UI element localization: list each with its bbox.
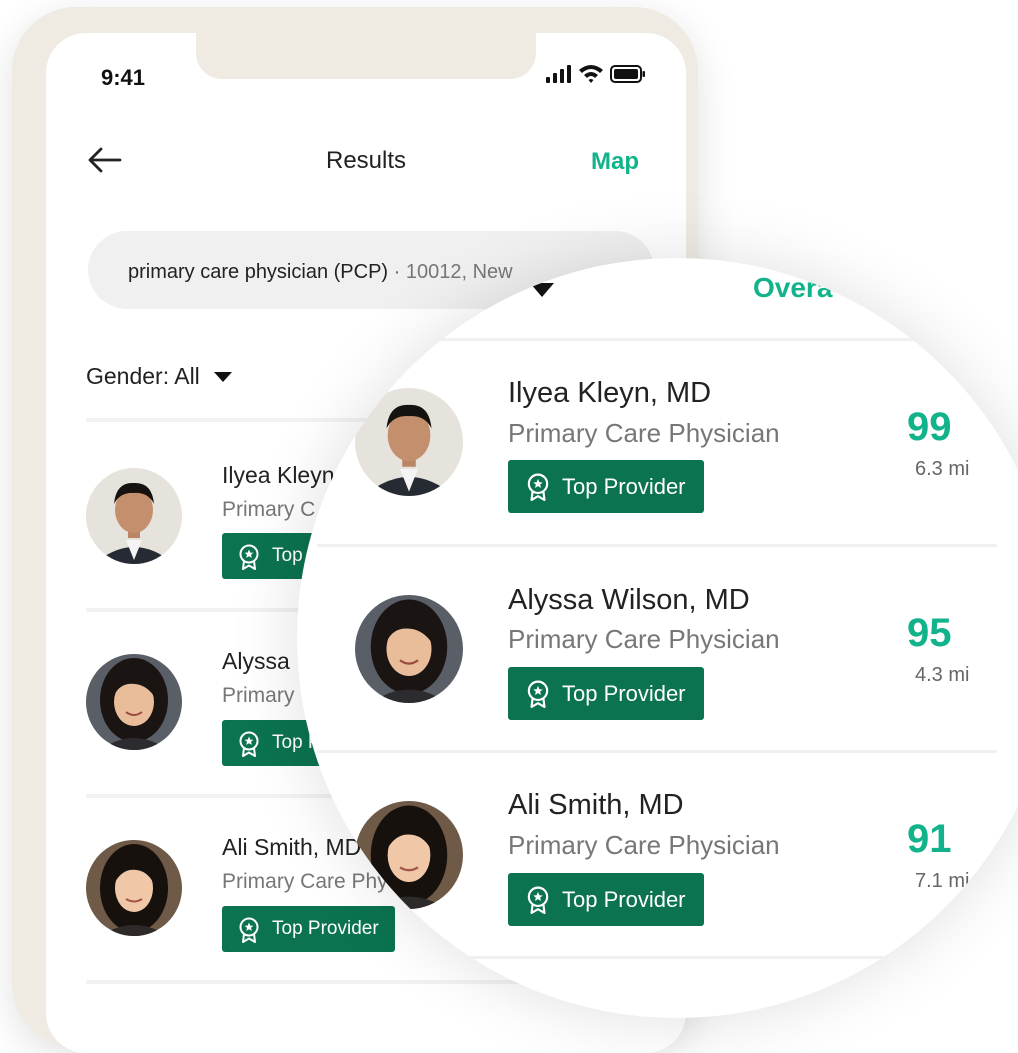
provider-name: Alyssa [222,648,290,674]
divider [317,956,997,959]
avatar [355,595,463,703]
provider-row[interactable]: Ilyea Kleyn, MD Primary Care Physician T… [297,341,1018,547]
battery-icon [610,65,645,83]
provider-specialty: Primary Care Physician [508,418,780,448]
page-title: Results [325,147,407,174]
provider-name: Alyssa Wilson, MD [508,584,750,616]
avatar [355,801,463,909]
search-query: primary care physician (PCP) [128,261,389,283]
top-provider-badge: Top Provider [508,873,704,926]
gender-filter-label: Gender: All [86,363,200,389]
award-icon [527,886,549,914]
provider-name: Ali Smith, MD [508,789,684,821]
award-icon [527,473,549,501]
provider-score: 95 [907,611,952,655]
sort-dropdown[interactable]: Overa [753,272,832,304]
provider-row[interactable]: Alyssa Wilson, MD Primary Care Physician… [297,547,1018,753]
avatar [86,654,182,750]
avatar [355,388,463,496]
provider-score: 91 [907,817,952,861]
avatar [86,468,182,564]
caret-down-icon [530,283,554,297]
provider-distance: 6.3 mi [915,458,970,480]
provider-score: 99 [907,405,952,449]
badge-label: Top Provider [562,680,686,706]
phone-notch [196,33,536,79]
badge-label: Top Provider [562,473,686,499]
search-location: 10012, New [405,261,513,283]
top-provider-badge: Top Provider [508,460,704,513]
provider-distance: 7.1 mi [915,870,970,892]
avatar [86,840,182,936]
award-icon [527,680,549,708]
wifi-icon [579,65,603,83]
caret-down-icon [213,371,232,382]
magnifier-lens: Overa Ilyea Kleyn, MD Primary Care Physi… [297,258,1018,1018]
provider-specialty: Primary Care Physician [508,624,780,654]
status-icons [546,63,646,85]
provider-row[interactable]: Ali Smith, MD Primary Care Physician Top… [297,753,1018,959]
search-separator: · [388,261,406,283]
badge-label: Top Provider [562,886,686,912]
status-time: 9:41 [101,65,146,90]
signal-icon [546,65,571,83]
award-icon [239,731,259,757]
award-icon [239,917,259,943]
provider-specialty: Primary Care Physician [508,830,780,860]
top-provider-badge: Top Provider [508,667,704,720]
award-icon [239,544,259,570]
gender-filter[interactable]: Gender: All [86,363,232,390]
provider-distance: 4.3 mi [915,664,970,686]
search-text: primary care physician (PCP) · 10012, Ne… [128,261,513,284]
map-button[interactable]: Map [591,148,639,176]
provider-name: Ilyea Kleyn, MD [508,377,712,409]
provider-specialty: Primary [222,684,295,707]
